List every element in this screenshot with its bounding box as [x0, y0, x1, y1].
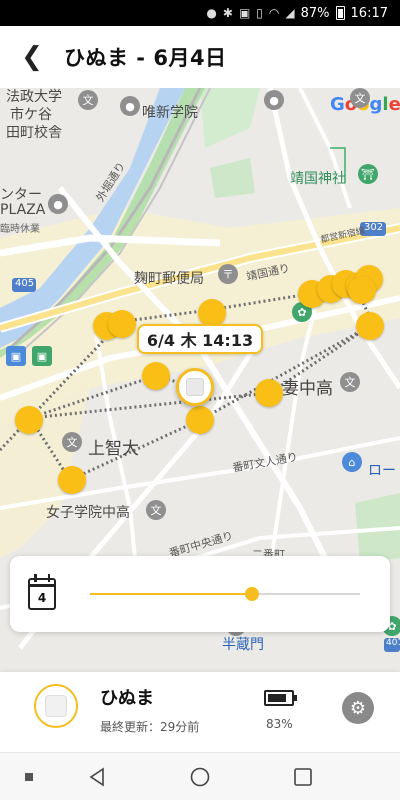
location-tooltip: 6/4 木 14:13 [137, 324, 263, 354]
map-label-joshi: 女子学院中高 [46, 505, 130, 521]
status-bar: ● ✱ ▣ ▯ ◠ ◢ 87% 16:17 [0, 0, 400, 26]
station-icon: ▣ [6, 346, 26, 366]
status-battery-text: 87% [300, 5, 330, 21]
device-thumbnail-icon [186, 378, 204, 396]
map-label-kojimachi-post: 麹町郵便局 [134, 271, 204, 287]
status-time: 16:17 [350, 5, 388, 21]
location-point[interactable] [198, 299, 226, 327]
school-poi-icon: ● [120, 96, 140, 116]
shrine-poi-icon: ⛩ [358, 164, 378, 184]
location-point[interactable] [255, 379, 283, 407]
location-point[interactable] [186, 406, 214, 434]
app-screen: ● ✱ ▣ ▯ ◠ ◢ 87% 16:17 ❮ ひぬま - 6月4日 Go gl… [0, 0, 400, 800]
settings-button[interactable]: ⚙ [342, 692, 374, 724]
calendar-icon[interactable]: 4 [28, 574, 56, 610]
battery-percent: 83% [266, 717, 293, 731]
gear-icon: ⚙ [349, 697, 367, 719]
triangle-back-icon [89, 767, 104, 787]
location-point[interactable] [58, 466, 86, 494]
map-label-yuishin: 唯新学院 [142, 105, 198, 121]
school-poi-icon: 文 [62, 432, 82, 452]
map-label-closed: 臨時休業 [0, 224, 40, 235]
timeline-card: 4 [10, 556, 390, 632]
location-point[interactable] [142, 362, 170, 390]
status-battery-icon [335, 6, 345, 20]
recents-dot-button[interactable] [4, 753, 54, 800]
dot-icon [25, 773, 33, 781]
device-name: ひぬま [100, 688, 154, 709]
device-panel: ひぬま 最終更新：29分前 83% ⚙ [0, 672, 400, 752]
school-poi-icon: ● [264, 90, 284, 110]
battery-level [268, 694, 287, 702]
school-poi-icon: 文 [78, 90, 98, 110]
map-label-lawson: ロー [368, 463, 396, 479]
map-label-route-405: 405 [15, 278, 35, 289]
square-recents-icon [294, 768, 312, 786]
school-poi-icon: 文 [340, 372, 360, 392]
location-icon: ● [206, 6, 217, 20]
station-icon: ▣ [32, 346, 52, 366]
school-poi-icon: 文 [146, 500, 166, 520]
time-slider[interactable] [90, 587, 360, 601]
nfc-icon: ▣ [238, 6, 251, 20]
back-nav-button[interactable] [72, 753, 122, 800]
location-point[interactable] [15, 406, 43, 434]
current-location-pin[interactable] [176, 368, 214, 406]
map-label-yasukuni-shrine: 靖国神社 [290, 171, 346, 187]
school-poi-icon: 文 [350, 88, 370, 108]
calendar-day: 4 [37, 591, 47, 605]
time-slider-fill [90, 593, 252, 595]
location-point[interactable] [356, 312, 384, 340]
battery-icon [264, 690, 297, 706]
signal-icon: ◢ [285, 6, 295, 20]
map-label-jochi: 上智大 [88, 439, 139, 459]
map-label-hanzomon: 半蔵門 [222, 637, 264, 653]
map-view[interactable]: Google 法政大学 市ケ谷 田町校舎 唯新学院 ンター PLAZA 臨時休業… [0, 88, 400, 672]
page-title: ひぬま - 6月4日 [64, 46, 227, 70]
location-point[interactable] [108, 310, 136, 338]
map-label-center: ンター [0, 187, 42, 203]
device-avatar[interactable] [34, 684, 78, 728]
convenience-store-icon: ⌂ [342, 452, 362, 472]
map-label-tsuma: 妻中高 [282, 379, 333, 399]
shop-poi-icon: ● [48, 194, 68, 214]
last-update-text: 最終更新：29分前 [100, 720, 200, 734]
vibrate-icon: ▯ [256, 6, 263, 20]
navigation-bar [0, 752, 400, 800]
home-nav-button[interactable] [175, 753, 225, 800]
map-label-ichigaya: 市ケ谷 [10, 107, 52, 123]
post-office-icon: 〒 [218, 264, 238, 284]
app-bar: ❮ ひぬま - 6月4日 [0, 26, 400, 88]
map-label-plaza: PLAZA [0, 202, 46, 218]
back-button[interactable]: ❮ [0, 26, 64, 88]
location-point[interactable] [348, 276, 376, 304]
wifi-icon: ◠ [268, 6, 280, 20]
bluetooth-icon: ✱ [222, 6, 233, 20]
device-thumbnail-icon [45, 695, 67, 717]
recents-nav-button[interactable] [278, 753, 328, 800]
map-label-tamachi: 田町校舎 [6, 125, 62, 141]
map-label-route-401: 401 [386, 638, 400, 648]
circle-home-icon [190, 767, 210, 787]
map-label-route-302: 302 [364, 222, 384, 233]
time-slider-thumb[interactable] [245, 587, 259, 601]
